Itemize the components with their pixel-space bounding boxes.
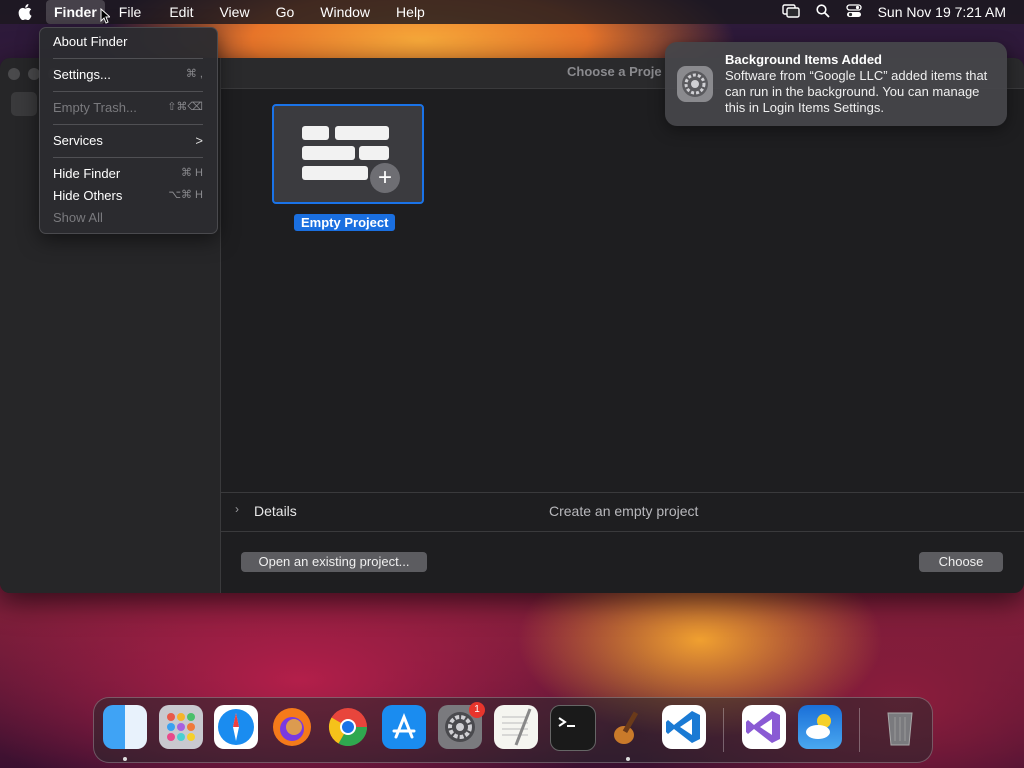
finder-icon[interactable]	[103, 705, 147, 749]
menu-item-about-finder[interactable]: About Finder	[53, 34, 203, 54]
details-label[interactable]: Details	[254, 503, 297, 519]
notification-title: Background Items Added	[725, 52, 882, 67]
empty-project-template-icon[interactable]: +	[272, 104, 424, 204]
menu-edit[interactable]: Edit	[161, 0, 201, 24]
window-title: Choose a Proje	[567, 64, 662, 79]
menu-help[interactable]: Help	[388, 0, 433, 24]
app-store-icon[interactable]	[382, 705, 426, 749]
disclosure-chevron-icon[interactable]: ›	[235, 502, 239, 516]
menu-file[interactable]: File	[111, 0, 150, 24]
menu-window[interactable]: Window	[312, 0, 378, 24]
trash-icon[interactable]	[878, 705, 922, 749]
template-label[interactable]: Empty Project	[294, 214, 396, 231]
vscode-icon[interactable]	[662, 705, 706, 749]
submenu-chevron-icon: >	[195, 133, 203, 148]
terminal-icon[interactable]	[550, 705, 596, 751]
textedit-icon[interactable]	[494, 705, 538, 749]
menu-separator	[53, 58, 203, 59]
menu-view[interactable]: View	[211, 0, 257, 24]
background-items-notification[interactable]: Background Items Added Software from “Go…	[665, 42, 1007, 126]
garageband-icon[interactable]	[606, 705, 650, 749]
open-existing-project-button[interactable]: Open an existing project...	[241, 552, 427, 572]
add-icon: +	[370, 163, 400, 193]
sidebar-toggle-button[interactable]	[11, 92, 37, 116]
running-indicator	[123, 757, 127, 761]
menu-item-hide-others[interactable]: Hide Others ⌥⌘ H	[53, 188, 203, 208]
weather-icon[interactable]	[798, 705, 842, 749]
visual-studio-icon[interactable]	[742, 705, 786, 749]
dock-separator	[723, 708, 724, 752]
chrome-icon[interactable]	[326, 705, 370, 749]
template-description: Create an empty project	[549, 503, 699, 519]
menu-separator	[53, 124, 203, 125]
dock: 1	[93, 697, 933, 763]
menu-finder[interactable]: Finder	[46, 0, 105, 24]
finder-menu-dropdown: About Finder Settings... ⌘ , Empty Trash…	[39, 27, 218, 234]
details-section: › Details Create an empty project	[221, 492, 1024, 532]
mouse-cursor-icon	[100, 7, 112, 27]
menu-separator	[53, 91, 203, 92]
menu-item-empty-trash: Empty Trash... ⇧⌘⌫	[53, 100, 203, 115]
menu-item-services[interactable]: Services >	[53, 133, 203, 153]
running-indicator	[626, 757, 630, 761]
close-window-button[interactable]	[8, 68, 20, 80]
control-center-icon[interactable]	[845, 3, 862, 21]
spotlight-search-icon[interactable]	[815, 3, 830, 21]
menu-item-hide-finder[interactable]: Hide Finder ⌘ H	[53, 166, 203, 186]
launchpad-icon[interactable]	[159, 705, 203, 749]
menu-go[interactable]: Go	[268, 0, 303, 24]
notification-body: Software from “Google LLC” added items t…	[725, 68, 988, 115]
choose-button[interactable]: Choose	[919, 552, 1003, 572]
menu-bar: Finder File Edit View Go Window Help Sun…	[0, 0, 1024, 24]
safari-icon[interactable]	[214, 705, 258, 749]
menu-item-settings[interactable]: Settings... ⌘ ,	[53, 67, 203, 87]
menu-item-show-all: Show All	[53, 210, 103, 225]
system-settings-icon	[677, 66, 713, 102]
menu-separator	[53, 157, 203, 158]
notification-badge: 1	[469, 702, 485, 718]
menubar-clock[interactable]: Sun Nov 19 7:21 AM	[878, 4, 1006, 20]
apple-menu-icon[interactable]	[18, 4, 38, 20]
dock-separator	[859, 708, 860, 752]
screen-mirroring-icon[interactable]	[781, 3, 800, 21]
firefox-icon[interactable]	[270, 705, 314, 749]
